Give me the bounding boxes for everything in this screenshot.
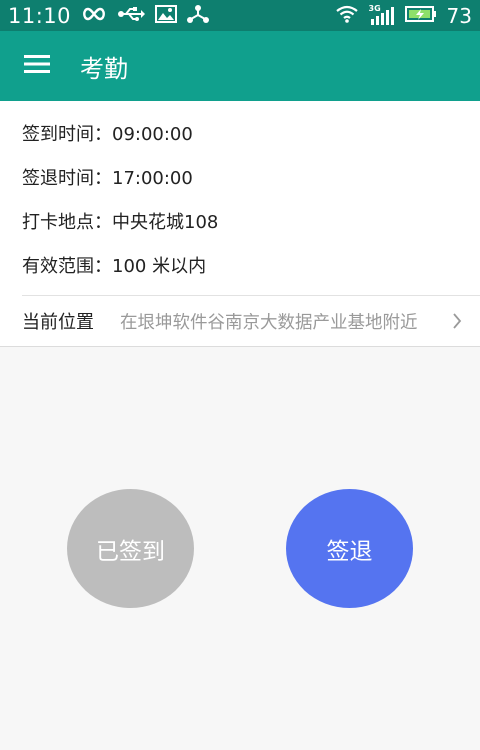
attendance-info-panel: 签到时间：09:00:00 签退时间：17:00:00 打卡地点：中央花城108… bbox=[0, 101, 480, 347]
infinity-icon bbox=[81, 6, 107, 25]
valid-range: 有效范围：100 米以内 bbox=[22, 256, 207, 277]
image-icon bbox=[155, 4, 178, 27]
battery-level: 73 bbox=[446, 3, 472, 28]
divider bbox=[0, 346, 480, 347]
hamburger-icon bbox=[24, 54, 50, 78]
battery-icon bbox=[404, 5, 437, 27]
page-title: 考勤 bbox=[80, 54, 128, 83]
app-bar: 考勤 bbox=[0, 31, 480, 101]
status-bar: 11:10 3G 73 bbox=[0, 0, 480, 31]
usb-icon bbox=[117, 6, 146, 26]
menu-button[interactable] bbox=[0, 31, 74, 101]
current-location-value: 在垠坤软件谷南京大数据产业基地附近 bbox=[120, 312, 418, 333]
sign-out-time: 签退时间：17:00:00 bbox=[22, 168, 193, 189]
check-in-location: 打卡地点：中央花城108 bbox=[22, 212, 219, 233]
sign-in-time: 签到时间：09:00:00 bbox=[22, 124, 193, 145]
current-location-label: 当前位置 bbox=[22, 312, 94, 333]
chevron-right-icon bbox=[452, 312, 462, 330]
wifi-icon bbox=[335, 5, 359, 27]
status-time: 11:10 bbox=[8, 3, 72, 28]
sign-out-button[interactable]: 签退 bbox=[286, 489, 413, 608]
signed-in-button[interactable]: 已签到 bbox=[67, 489, 194, 608]
share-icon bbox=[187, 4, 210, 28]
signal-icon: 3G bbox=[369, 4, 395, 26]
current-location-row[interactable]: 当前位置 在垠坤软件谷南京大数据产业基地附近 bbox=[0, 296, 480, 346]
